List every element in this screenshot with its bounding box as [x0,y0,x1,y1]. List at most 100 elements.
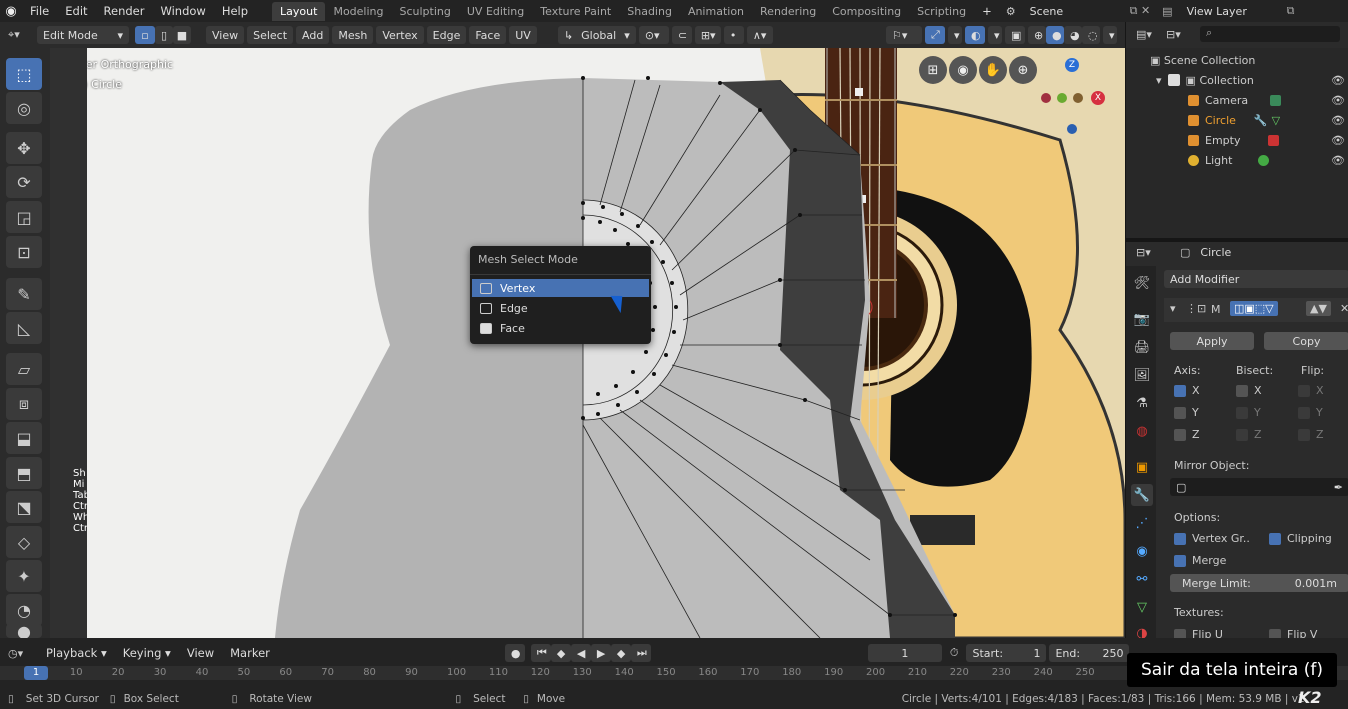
tab-animation[interactable]: Animation [680,2,752,21]
show-gizmo-button[interactable]: ⤢ [925,26,945,44]
menu-render[interactable]: Render [96,4,153,18]
y-axis-icon[interactable] [1057,93,1067,103]
vertex-mode-item[interactable]: Vertex [472,279,649,297]
eyedropper-icon[interactable]: ✒ [1334,481,1343,494]
move-modifier-arrows-icon[interactable]: ▲▼ [1306,301,1331,316]
tab-modeling[interactable]: Modeling [325,2,391,21]
navigation-gizmo[interactable]: Z X [1035,58,1115,138]
menu-playback[interactable]: Playback ▾ [38,646,115,660]
mirror-object-field[interactable]: ▢ ✒ [1170,478,1348,496]
menu-edit[interactable]: Edit [57,4,95,18]
constraints-tab-icon[interactable]: ⚯ [1131,568,1153,590]
scene-tab-icon[interactable]: ⚗ [1131,392,1153,414]
inset-tool-icon[interactable]: ⬓ [6,422,42,454]
modifier-visibility-toggles[interactable]: ◫▣⬚▽ [1230,301,1278,316]
vertex-select-mode-button[interactable]: ▫ [135,26,155,44]
pan-view-icon[interactable]: ✋ [979,56,1007,84]
merge-checkbox[interactable]: Merge [1174,554,1226,567]
record-button[interactable]: ● [504,644,525,662]
face-mode-item[interactable]: Face [472,319,649,337]
prev-keyframe-button[interactable]: ◆ [550,644,571,662]
xray-toggle[interactable]: ▣ [1005,26,1025,44]
menu-marker[interactable]: Marker [222,646,278,660]
measure-tool-icon[interactable]: ◺ [6,312,42,344]
next-keyframe-button[interactable]: ◆ [610,644,631,662]
menu-select[interactable]: Select [247,26,294,44]
menu-help[interactable]: Help [214,4,256,18]
neg-z-axis-icon[interactable] [1067,124,1077,134]
zoom-view-icon[interactable]: ⊕ [1009,56,1037,84]
eye-icon[interactable]: 👁 [1331,134,1345,147]
menu-uv[interactable]: UV [509,26,537,44]
rotate-tool-icon[interactable]: ⟳ [6,166,42,198]
view-layer-name[interactable]: View Layer [1187,5,1287,18]
outliner-item-collection[interactable]: ▾ ▣ Collection 👁 [1126,70,1348,90]
x-axis-icon[interactable]: X [1091,91,1105,105]
remove-modifier-icon[interactable]: ✕ [1340,302,1348,315]
end-frame-field[interactable]: End: 250 [1049,644,1130,662]
loop-cut-tool-icon[interactable]: ⬔ [6,491,42,523]
pivot-point-dropdown[interactable]: ⊙▾ [638,26,669,44]
tab-rendering[interactable]: Rendering [752,2,824,21]
viewport-gizmo-toggle[interactable]: ⚐▾ [886,26,922,44]
tool-tab-icon[interactable]: 🛠 [1131,272,1153,294]
bevel-tool-icon[interactable]: ⬒ [6,457,42,489]
toggle-grid-icon[interactable]: ⊞ [919,56,947,84]
bisect-y-checkbox[interactable]: Y [1236,406,1261,419]
clipping-checkbox[interactable]: Clipping [1269,532,1332,545]
outliner-item-camera[interactable]: Camera 👁 [1126,90,1348,110]
edge-select-mode-button[interactable]: ▯ [155,26,173,44]
add-workspace-icon[interactable]: + [974,4,1000,18]
tab-compositing[interactable]: Compositing [824,2,909,21]
proportional-edit-toggle[interactable]: • [723,26,744,44]
menu-timeline-view[interactable]: View [179,646,222,660]
playhead[interactable]: 1 [24,666,48,680]
orientation-dropdown[interactable]: ↳ Global ▾ [557,26,636,44]
poly-build-tool-icon[interactable]: ✦ [6,560,42,592]
copy-button[interactable]: Copy [1264,332,1348,350]
play-button[interactable]: ▶ [590,644,611,662]
vertex-groups-checkbox[interactable]: Vertex Gr.. [1174,532,1250,545]
tab-shading[interactable]: Shading [619,2,680,21]
world-tab-icon[interactable]: ◍ [1131,420,1153,442]
menu-vertex[interactable]: Vertex [376,26,424,44]
output-tab-icon[interactable]: 🖨 [1131,336,1153,358]
snap-toggle[interactable]: ⊂ [671,26,692,44]
axis-y-checkbox[interactable]: Y [1174,406,1199,419]
timeline-editor-icon[interactable]: ◷▾ [8,647,38,660]
neg-x-axis-icon[interactable] [1041,93,1051,103]
mode-dropdown[interactable]: Edit Mode ▾ [37,26,129,44]
display-mode-icon[interactable]: ⊟▾ [1166,28,1196,41]
menu-edge[interactable]: Edge [426,26,467,44]
solid-shading-button[interactable]: ● [1046,26,1064,44]
snap-target-dropdown[interactable]: ⊞▾ [694,26,721,44]
smooth-tool-icon[interactable]: ● [6,622,42,641]
menu-file[interactable]: File [22,4,57,18]
bisect-z-checkbox[interactable]: Z [1236,428,1262,441]
outliner-item-circle[interactable]: Circle 🔧 ▽ 👁 [1126,110,1348,130]
start-frame-field[interactable]: Start: 1 [966,644,1047,662]
falloff-dropdown[interactable]: ∧▾ [746,26,773,44]
eye-icon[interactable]: 👁 [1331,74,1345,87]
render-tab-icon[interactable]: 📷 [1131,308,1153,330]
view-layer-icon[interactable]: ▤ [1162,5,1172,18]
stopwatch-icon[interactable]: ⏱ [950,646,959,660]
merge-limit-field[interactable]: Merge Limit: 0.001m [1170,574,1348,592]
copy-view-layer-icon[interactable]: ⧉ [1287,4,1295,18]
tab-sculpting[interactable]: Sculpting [392,2,459,21]
transform-tool-icon[interactable]: ⊡ [6,236,42,268]
expand-arrow-icon[interactable]: ▾ [1156,74,1162,87]
outliner-item-scene-collection[interactable]: ▣ Scene Collection [1126,50,1348,70]
menu-window[interactable]: Window [152,4,213,18]
blender-logo-icon[interactable]: ◉ [0,4,22,19]
flip-z-checkbox[interactable]: Z [1298,428,1324,441]
outliner-editor-icon[interactable]: ▤▾ [1136,28,1166,41]
neg-y-axis-icon[interactable] [1073,93,1083,103]
bisect-x-checkbox[interactable]: X [1236,384,1262,397]
move-tool-icon[interactable]: ✥ [6,132,42,164]
add-modifier-dropdown[interactable]: Add Modifier [1164,270,1348,288]
tab-scripting[interactable]: Scripting [909,2,974,21]
flip-y-checkbox[interactable]: Y [1298,406,1323,419]
jump-start-button[interactable]: ⏮ [530,644,551,662]
outliner-search-field[interactable]: ⌕ [1200,26,1340,42]
